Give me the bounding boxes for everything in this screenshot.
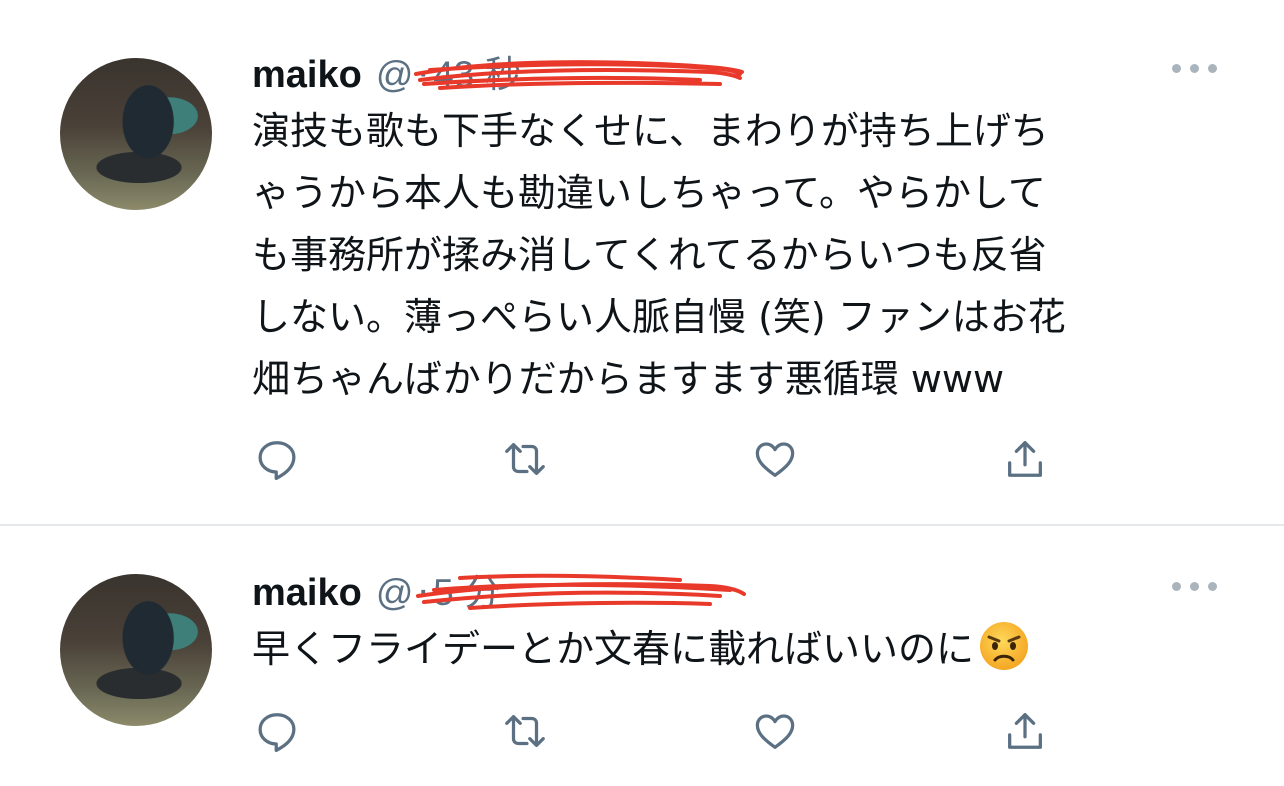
share-icon	[1008, 713, 1042, 749]
share-button[interactable]	[998, 704, 1052, 758]
tweet[interactable]: maiko @ · 43 秒 演技も歌も下手なくせに、まわりが持ち上げち ゃうか…	[0, 0, 1284, 524]
like-button[interactable]	[748, 432, 802, 486]
like-icon	[755, 442, 795, 477]
tweet[interactable]: maiko @ · 5 分 早くフライデーとか文春に載ればいいのに	[0, 526, 1284, 786]
reply-icon	[258, 713, 296, 752]
timestamp[interactable]: 5 分	[433, 562, 501, 616]
like-icon	[755, 714, 795, 749]
like-button[interactable]	[748, 704, 802, 758]
username-handle[interactable]: @	[376, 54, 744, 96]
tweet-header: maiko @ · 43 秒	[252, 44, 744, 96]
more-options-icon[interactable]	[1172, 574, 1222, 598]
avatar[interactable]	[60, 58, 212, 210]
reply-button[interactable]	[250, 704, 304, 758]
tweet-text: 早くフライデーとか文春に載ればいいのに	[252, 618, 1212, 680]
retweet-icon	[505, 714, 545, 748]
more-options-icon[interactable]	[1172, 56, 1222, 80]
share-button[interactable]	[998, 432, 1052, 486]
username-handle[interactable]: @	[376, 572, 746, 614]
angry-face-emoji	[980, 622, 1029, 670]
reply-icon	[258, 441, 296, 480]
tweet-header: maiko @ · 5 分	[252, 562, 746, 614]
tweet-text: 演技も歌も下手なくせに、まわりが持ち上げち ゃうから本人も勘違いしちゃって。やら…	[252, 109, 1066, 401]
separator: ·	[417, 53, 430, 96]
display-name[interactable]: maiko	[252, 54, 362, 97]
tweet-actions	[250, 704, 1070, 758]
separator: ·	[417, 571, 430, 614]
share-icon	[1008, 441, 1042, 477]
avatar[interactable]	[60, 574, 212, 726]
timestamp[interactable]: 43 秒	[433, 44, 521, 98]
display-name[interactable]: maiko	[252, 572, 362, 615]
retweet-button[interactable]	[498, 704, 552, 758]
tweet-actions	[250, 432, 1070, 486]
reply-button[interactable]	[250, 432, 304, 486]
tweet-text-content: 早くフライデーとか文春に載ればいいのに	[252, 627, 975, 671]
retweet-icon	[505, 442, 545, 476]
retweet-button[interactable]	[498, 432, 552, 486]
